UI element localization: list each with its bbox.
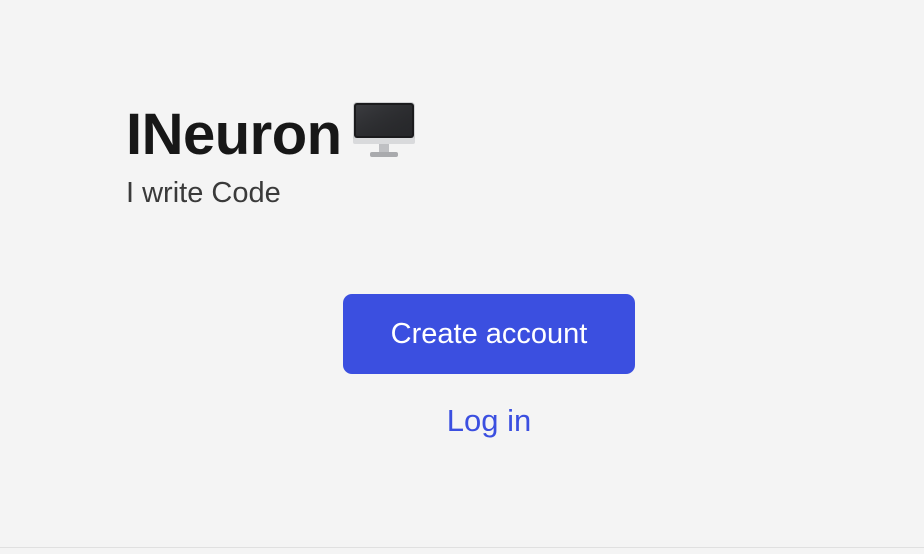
brand-header: INeuron I write Code: [126, 100, 416, 211]
tagline: I write Code: [126, 177, 281, 209]
login-link[interactable]: Log in: [447, 403, 531, 438]
page-title: INeuron: [126, 102, 342, 167]
bottom-divider: [0, 547, 924, 548]
desktop-computer-icon: [352, 101, 416, 159]
title-row: INeuron: [126, 100, 416, 170]
create-account-button[interactable]: Create account: [343, 294, 635, 374]
auth-actions: Create account Log in: [343, 294, 635, 438]
